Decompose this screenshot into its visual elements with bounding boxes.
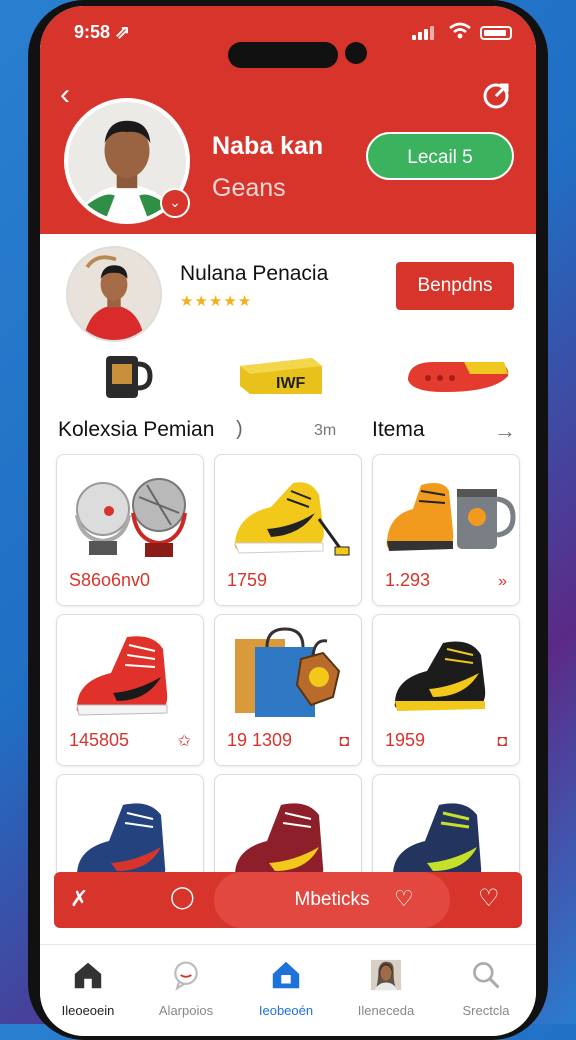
product-price: 145805	[69, 730, 130, 750]
battery-icon	[480, 26, 512, 40]
camera-notch	[228, 42, 338, 68]
tab-label: Ieobeoén	[258, 1003, 314, 1018]
product-card[interactable]: 1959 ◘	[372, 614, 520, 766]
tab-shop-active[interactable]: Ieobeoén	[236, 957, 336, 1018]
shoebox-thumbnail[interactable]: IWF	[236, 354, 326, 398]
edit-icon[interactable]: ✗	[70, 886, 88, 912]
product-card[interactable]: 1759	[214, 454, 362, 606]
seller-rating-stars: ★★★★★	[180, 293, 253, 310]
tab-home[interactable]: Ileoeoein	[40, 957, 138, 1018]
wifi-icon	[449, 22, 471, 39]
bookmark-icon[interactable]: ◘	[339, 733, 349, 751]
maroon-sneaker-image	[235, 803, 324, 879]
tab-label: Srectcla	[462, 1003, 510, 1018]
tab-messages[interactable]: Alarpoios	[136, 957, 236, 1018]
collection-caret-icon: )	[236, 418, 243, 440]
share-icon[interactable]	[482, 80, 512, 110]
profile-header: 9:58 ⇗ ‹ ⌄ Naba kan Geans Lecail 5	[40, 6, 536, 234]
shoe-sole-thumbnail[interactable]	[404, 352, 514, 396]
follow-button[interactable]: Lecail 5	[366, 132, 514, 180]
primary-action-button[interactable]: Mbeticks	[214, 872, 450, 928]
collection-count: 3m	[314, 422, 337, 439]
items-label[interactable]: Itema	[372, 418, 425, 442]
verified-badge-icon: ⌄	[160, 188, 190, 218]
avatar-icon	[370, 959, 402, 991]
home-icon	[74, 962, 102, 989]
svg-text:IWF: IWF	[276, 375, 306, 392]
product-price: 1.293	[385, 570, 431, 590]
tab-profile[interactable]: Ileneceda	[336, 957, 436, 1018]
search-icon	[473, 962, 500, 989]
status-time: 9:58 ⇗	[74, 22, 131, 42]
seller-action-button[interactable]: Benpdns	[396, 262, 514, 310]
product-price: S86o6nv0	[69, 570, 151, 590]
tab-label: Alarpoios	[158, 1003, 214, 1018]
profile-subtitle: Geans	[212, 174, 286, 202]
star-icon[interactable]: ✩	[178, 731, 191, 751]
product-card[interactable]	[372, 774, 520, 884]
yellow-sneaker-image	[234, 482, 350, 556]
product-price: 1759	[227, 570, 268, 590]
front-camera	[345, 42, 367, 64]
red-sneaker-image	[76, 636, 168, 716]
floating-action-bar: ✗ ◯ Mbeticks ♡ ♡	[54, 872, 522, 928]
product-card[interactable]	[214, 774, 362, 884]
app-screen: 9:58 ⇗ ‹ ⌄ Naba kan Geans Lecail 5 Nulan…	[40, 6, 536, 1036]
product-card[interactable]	[56, 774, 204, 884]
seller-name: Nulana Penacia	[180, 262, 329, 285]
seller-avatar[interactable]	[66, 246, 162, 342]
house-active-icon	[272, 961, 300, 989]
product-card[interactable]: 19 1309 ◘	[214, 614, 362, 766]
favorite-icon[interactable]: ♡	[478, 884, 500, 913]
blue-sneaker-image	[77, 803, 166, 879]
profile-name: Naba kan	[212, 132, 324, 160]
collection-title[interactable]: Kolexsia Pemian	[58, 418, 214, 442]
navy-lime-sneaker-image	[393, 803, 482, 879]
tab-label: Ileoeoein	[61, 1003, 115, 1018]
signal-icon	[412, 26, 438, 40]
trophy-balls-image	[75, 478, 187, 557]
mug-thumbnail[interactable]	[98, 350, 154, 402]
arrow-right-icon[interactable]: →	[494, 418, 516, 444]
bookmark-icon[interactable]: ◘	[497, 733, 507, 751]
heart-icon[interactable]: ♡	[394, 886, 414, 912]
bottom-tab-bar: Ileoeoein Alarpoios Ieobeoén Ileneceda S…	[40, 944, 536, 1036]
product-card[interactable]: S86o6nv0	[56, 454, 204, 606]
shopping-bags-image	[235, 627, 341, 717]
product-card[interactable]: 1.293 »	[372, 454, 520, 606]
black-yellow-sneaker-image	[394, 641, 486, 711]
product-price: 19 1309	[227, 730, 293, 750]
product-card[interactable]: 145805 ✩	[56, 614, 204, 766]
back-icon[interactable]: ‹	[60, 80, 70, 110]
product-price: 1959	[385, 730, 426, 750]
tab-search[interactable]: Srectcla	[436, 957, 536, 1018]
orange-boot-and-mug-image	[386, 483, 516, 551]
tab-label: Ileneceda	[357, 1003, 415, 1018]
forward-icon[interactable]: »	[498, 573, 507, 591]
chat-icon[interactable]: ◯	[170, 884, 195, 910]
chat-icon	[174, 961, 198, 991]
